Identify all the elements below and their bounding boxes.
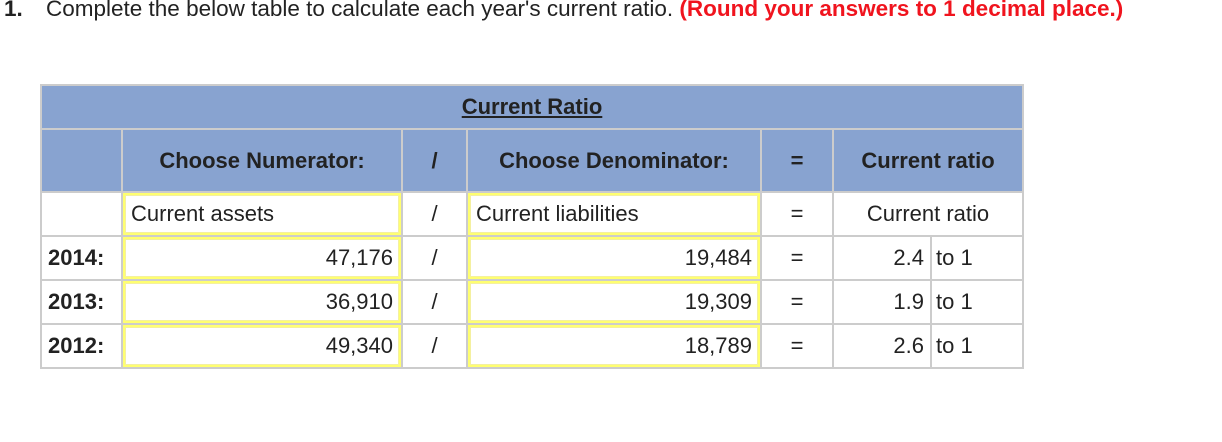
denominator-input[interactable]: 18,789 <box>468 325 760 367</box>
denominator-select[interactable]: Current liabilities <box>468 193 760 235</box>
numerator-select[interactable]: Current assets <box>123 193 401 235</box>
header-numerator: Choose Numerator: <box>121 128 403 193</box>
ratio-value[interactable]: 1.9 <box>832 279 932 325</box>
current-ratio-table: Current Ratio Choose Numerator: / Choose… <box>39 84 1025 369</box>
equals-sign: = <box>760 235 834 281</box>
numerator-input[interactable]: 36,910 <box>123 281 401 323</box>
header-divide: / <box>401 128 468 193</box>
equals-sign: = <box>760 279 834 325</box>
header-result: Current ratio <box>831 128 1025 193</box>
denominator-input[interactable]: 19,484 <box>468 237 760 279</box>
equals-sign: = <box>760 191 834 237</box>
ratio-value[interactable]: 2.6 <box>832 323 932 369</box>
ratio-suffix: to 1 <box>929 279 1025 325</box>
numerator-input[interactable]: 47,176 <box>123 237 401 279</box>
year-label: 2012: <box>40 323 123 369</box>
numerator-input[interactable]: 49,340 <box>123 325 401 367</box>
divide-sign: / <box>401 279 468 325</box>
result-label: Current ratio <box>831 191 1025 237</box>
divide-sign: / <box>401 323 468 369</box>
divide-sign: / <box>401 235 468 281</box>
header-equals: = <box>760 128 834 193</box>
header-blank <box>40 128 123 193</box>
ratio-suffix: to 1 <box>929 235 1025 281</box>
question-text: Complete the below table to calculate ea… <box>46 0 674 21</box>
table-title: Current Ratio <box>39 84 1025 130</box>
table-row-2014: 2014: 47,176 / 19,484 = 2.4 to 1 <box>40 235 1025 281</box>
header-denominator: Choose Denominator: <box>466 128 762 193</box>
equals-sign: = <box>760 323 834 369</box>
ratio-value[interactable]: 2.4 <box>832 235 932 281</box>
table-row-2012: 2012: 49,340 / 18,789 = 2.6 to 1 <box>40 323 1025 369</box>
year-label: 2014: <box>40 235 123 281</box>
table-row-2013: 2013: 36,910 / 19,309 = 1.9 to 1 <box>40 279 1025 325</box>
year-label: 2013: <box>40 279 123 325</box>
divide-sign: / <box>401 191 468 237</box>
rounding-instruction: (Round your answers to 1 decimal place.) <box>679 0 1124 21</box>
formula-row: Current assets / Current liabilities = C… <box>40 191 1025 237</box>
ratio-suffix: to 1 <box>929 323 1025 369</box>
denominator-input[interactable]: 19,309 <box>468 281 760 323</box>
question-number: 1. <box>4 0 23 21</box>
